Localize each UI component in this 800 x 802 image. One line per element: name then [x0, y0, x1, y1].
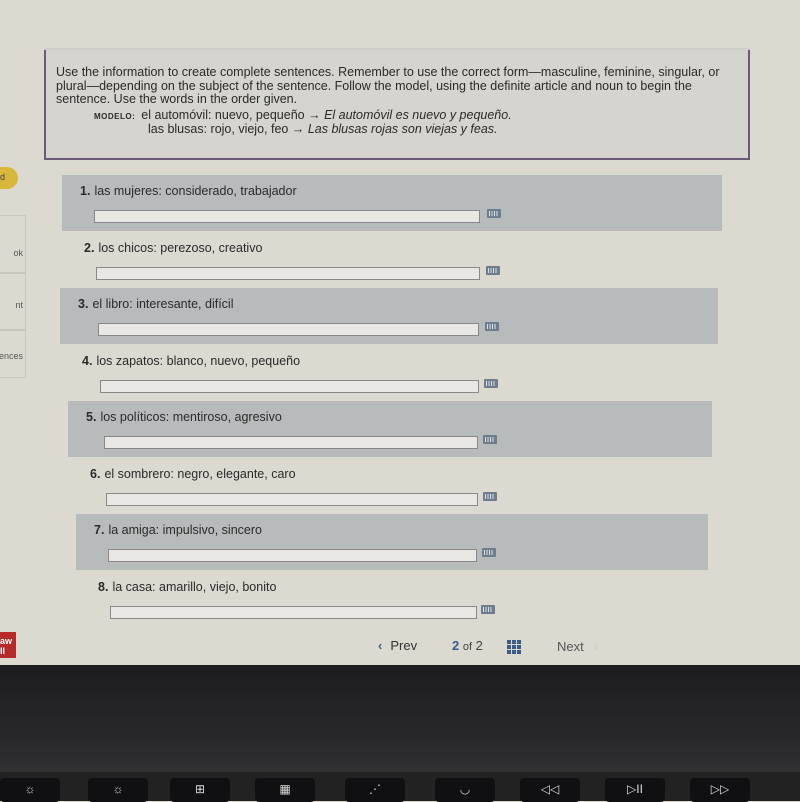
- prev-label: Prev: [390, 638, 418, 653]
- question-number: 4.: [82, 353, 93, 368]
- keyboard-icon[interactable]: [484, 378, 498, 388]
- question-number: 3.: [78, 297, 89, 311]
- question-text: los chicos: perezoso, creativo: [98, 240, 263, 255]
- function-key[interactable]: ◡: [435, 778, 495, 802]
- answer-input[interactable]: [96, 266, 480, 280]
- question-item: 7. la amiga: impulsivo, sincero: [76, 514, 708, 570]
- keyboard-icon[interactable]: [483, 491, 497, 501]
- modelo-label: MODELO:: [94, 111, 136, 121]
- question-text: la casa: amarillo, viejo, bonito: [112, 579, 277, 594]
- page-indicator: 2 of 2: [452, 638, 483, 653]
- example-prompt: el automóvil: nuevo, pequeño: [141, 107, 305, 122]
- question-item: 2. los chicos: perezoso, creativo: [66, 232, 720, 288]
- answer-input[interactable]: [94, 210, 480, 223]
- question-number: 8.: [98, 579, 109, 594]
- answer-input[interactable]: [106, 492, 478, 506]
- question-prompt: 7. la amiga: impulsivo, sincero: [94, 523, 262, 537]
- answer-input[interactable]: [100, 379, 479, 393]
- example-answer: El automóvil es nuevo y pequeño.: [324, 107, 512, 122]
- model-examples: MODELO: el automóvil: nuevo, pequeño → El…: [94, 107, 738, 137]
- answer-input[interactable]: [108, 549, 477, 562]
- question-item: 3. el libro: interesante, difícil: [60, 288, 718, 344]
- example-prompt: las blusas: rojo, viejo, feo: [148, 122, 289, 136]
- question-number: 2.: [84, 240, 95, 255]
- function-key[interactable]: ☼: [0, 778, 60, 802]
- model-example: MODELO: el automóvil: nuevo, pequeño → El…: [94, 107, 738, 124]
- pagination-footer: ‹ Prev 2 of 2 Next ›: [0, 622, 800, 665]
- question-prompt: 5. los políticos: mentiroso, agresivo: [86, 410, 282, 424]
- instructions-text: Use the information to create complete s…: [56, 65, 720, 106]
- question-text: la amiga: impulsivo, sincero: [108, 523, 262, 537]
- example-answer: Las blusas rojas son viejas y feas.: [307, 122, 498, 136]
- next-button[interactable]: Next ›: [557, 639, 598, 654]
- question-prompt: 4. los zapatos: blanco, nuevo, pequeño: [82, 354, 300, 368]
- function-key[interactable]: ▷II: [605, 778, 665, 802]
- question-text: los políticos: mentiroso, agresivo: [100, 410, 282, 424]
- question-number: 6.: [90, 466, 101, 481]
- question-text: las mujeres: considerado, trabajador: [94, 184, 297, 198]
- function-key[interactable]: ⋰: [345, 778, 405, 802]
- question-item: 5. los políticos: mentiroso, agresivo: [68, 401, 712, 457]
- answer-input[interactable]: [98, 323, 479, 336]
- question-list: 1. las mujeres: considerado, trabajador 2…: [0, 175, 800, 620]
- keyboard-icon[interactable]: [481, 604, 495, 614]
- current-page: 2: [452, 638, 460, 653]
- keyboard-row: ☼ ☼ ⊞ ▦ ⋰ ◡ ◁◁ ▷II ▷▷: [0, 772, 800, 802]
- keyboard-icon[interactable]: [487, 209, 501, 218]
- function-key[interactable]: ⊞: [170, 778, 230, 802]
- function-key[interactable]: ◁◁: [520, 778, 580, 802]
- keyboard-icon[interactable]: [482, 548, 496, 557]
- of-label: of: [462, 641, 473, 653]
- question-item: 8. la casa: amarillo, viejo, bonito: [80, 571, 706, 621]
- total-pages: 2: [475, 638, 483, 653]
- function-key[interactable]: ▦: [255, 778, 315, 802]
- chevron-left-icon: ‹: [378, 638, 383, 653]
- question-item: 1. las mujeres: considerado, trabajador: [62, 175, 722, 231]
- question-text: el sombrero: negro, elegante, caro: [104, 466, 296, 481]
- question-number: 7.: [94, 523, 105, 537]
- next-label: Next: [557, 639, 584, 654]
- instructions-box: Use the information to create complete s…: [44, 50, 750, 160]
- arrow-icon: →: [308, 107, 321, 122]
- question-item: 6. el sombrero: negro, elegante, caro: [72, 458, 710, 514]
- function-key[interactable]: ☼: [88, 778, 148, 802]
- answer-input[interactable]: [110, 605, 477, 619]
- question-prompt: 6. el sombrero: negro, elegante, caro: [90, 467, 296, 481]
- chevron-right-icon: ›: [593, 639, 599, 654]
- model-example: las blusas: rojo, viejo, feo → Las blusa…: [148, 122, 738, 137]
- keyboard-icon[interactable]: [486, 265, 500, 275]
- prev-button[interactable]: ‹ Prev: [378, 638, 417, 653]
- browser-screen: d ok nt ences aw ll Use the information t…: [0, 0, 800, 665]
- question-number: 5.: [86, 410, 97, 424]
- question-prompt: 2. los chicos: perezoso, creativo: [84, 241, 262, 255]
- arrow-icon: →: [291, 122, 305, 136]
- question-prompt: 3. el libro: interesante, difícil: [78, 297, 233, 311]
- function-key[interactable]: ▷▷: [690, 778, 750, 802]
- question-prompt: 1. las mujeres: considerado, trabajador: [80, 184, 297, 198]
- question-number: 1.: [80, 184, 91, 198]
- keyboard-icon[interactable]: [485, 322, 499, 331]
- answer-input[interactable]: [104, 436, 478, 449]
- keyboard-icon[interactable]: [483, 435, 497, 444]
- question-prompt: 8. la casa: amarillo, viejo, bonito: [98, 580, 276, 594]
- question-text: el libro: interesante, difícil: [92, 297, 234, 311]
- question-item: 4. los zapatos: blanco, nuevo, pequeño: [64, 345, 716, 401]
- question-text: los zapatos: blanco, nuevo, pequeño: [96, 353, 301, 368]
- grid-icon[interactable]: [507, 640, 521, 654]
